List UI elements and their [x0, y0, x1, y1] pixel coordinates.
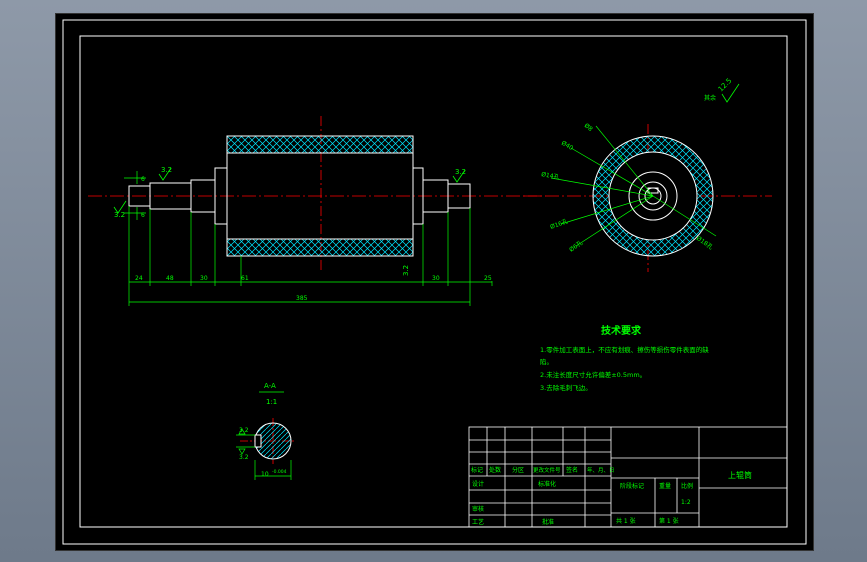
tech-line-1b: 陷。	[540, 357, 553, 366]
dim-385: 385	[296, 295, 308, 302]
hdr-zone: 分区	[512, 466, 524, 474]
dim-30-right: 30	[432, 275, 440, 282]
tb-sheet-no: 第 1 张	[659, 517, 679, 525]
tech-title: 技术要求	[601, 324, 642, 337]
tb-process: 工艺	[472, 518, 484, 526]
tech-line-2: 2.未注长度尺寸允许偏差±0.5mm。	[540, 370, 646, 379]
circle-label-2: Ø40	[560, 140, 574, 152]
section-title: A-A	[264, 382, 276, 390]
cad-drawing: 3.2 3.2 3.2 3.2 6 6 24 48 30 61 30 25 38…	[62, 19, 807, 545]
dim-24: 24	[135, 275, 143, 282]
tb-standard: 标准化	[538, 480, 556, 488]
dim-48: 48	[166, 275, 174, 282]
roughness-value: 12.5	[717, 77, 734, 94]
section-aa: A-A 1:1 3.2 3.2 10 -0.004	[236, 382, 296, 480]
circle-label-3: Ø14孔	[541, 170, 560, 181]
tb-sheets-total: 共 1 张	[616, 517, 636, 525]
tb-approve: 批准	[542, 518, 554, 526]
tech-requirements: 技术要求 1.零件加工表面上，不应有划痕、擦伤等损伤零件表面的缺 陷。 2.未注…	[540, 324, 709, 392]
circle-label-6: Ø18孔	[695, 234, 715, 251]
roller-shell-top	[226, 135, 414, 154]
tech-line-3: 3.去除毛刺飞边。	[540, 383, 592, 392]
rough-right-2: 3.2	[402, 265, 410, 276]
tb-scale-val: 1:2	[681, 499, 691, 506]
section-rough-1: 3.2	[239, 427, 249, 434]
tb-part-name: 上辊筒	[728, 470, 752, 480]
keyway	[254, 434, 262, 448]
dim-30-left: 30	[200, 275, 208, 282]
tech-line-1: 1.零件加工表面上，不应有划痕、擦伤等损伤零件表面的缺	[540, 345, 709, 354]
hdr-date: 年、月、日	[587, 466, 615, 474]
tb-design: 设计	[472, 480, 484, 488]
dim-61: 61	[241, 275, 249, 282]
dim-25: 25	[484, 275, 492, 282]
hdr-doc: 更改文件号	[533, 466, 561, 474]
rough-left-2: 3.2	[114, 211, 125, 219]
circle-label-5: Ø6孔	[568, 239, 585, 254]
hdr-count: 处数	[489, 466, 501, 474]
section-tolerance: -0.004	[272, 469, 287, 475]
section-rough-2: 3.2	[239, 454, 249, 461]
circle-label-1: Ø8	[583, 122, 594, 133]
hdr-mark: 标记	[471, 466, 483, 474]
roller-main-view: 3.2 3.2 3.2 3.2 6 6 24 48 30 61 30 25 38…	[88, 116, 546, 306]
dim-6-bottom: 6	[141, 212, 145, 219]
rough-right-1: 3.2	[455, 168, 466, 176]
title-block-text: 标记 处数 分区 更改文件号 签名 年、月、日 设计 标准化 审核 工艺 批准 …	[471, 466, 752, 526]
section-scale: 1:1	[266, 398, 277, 406]
section-dim-width: 10	[261, 471, 269, 478]
roller-shell-bottom	[226, 238, 414, 257]
dim-6-top: 6	[141, 176, 145, 183]
circle-label-4: Ø16孔	[549, 217, 569, 231]
roughness-note: 其余	[704, 94, 716, 102]
tb-weight: 重量	[659, 482, 671, 490]
drawing-canvas: 3.2 3.2 3.2 3.2 6 6 24 48 30 61 30 25 38…	[55, 13, 814, 551]
roughness-general: 12.5 其余	[704, 77, 740, 103]
tb-stage: 阶段标记	[620, 482, 644, 490]
roller-end-view: Ø8 Ø40 Ø14孔 Ø16孔 Ø6孔 Ø18孔	[523, 122, 772, 272]
tb-scale: 比例	[681, 482, 693, 490]
hdr-sign: 签名	[566, 466, 578, 474]
rough-left-1: 3.2	[161, 166, 172, 174]
tb-review: 审核	[472, 505, 484, 513]
